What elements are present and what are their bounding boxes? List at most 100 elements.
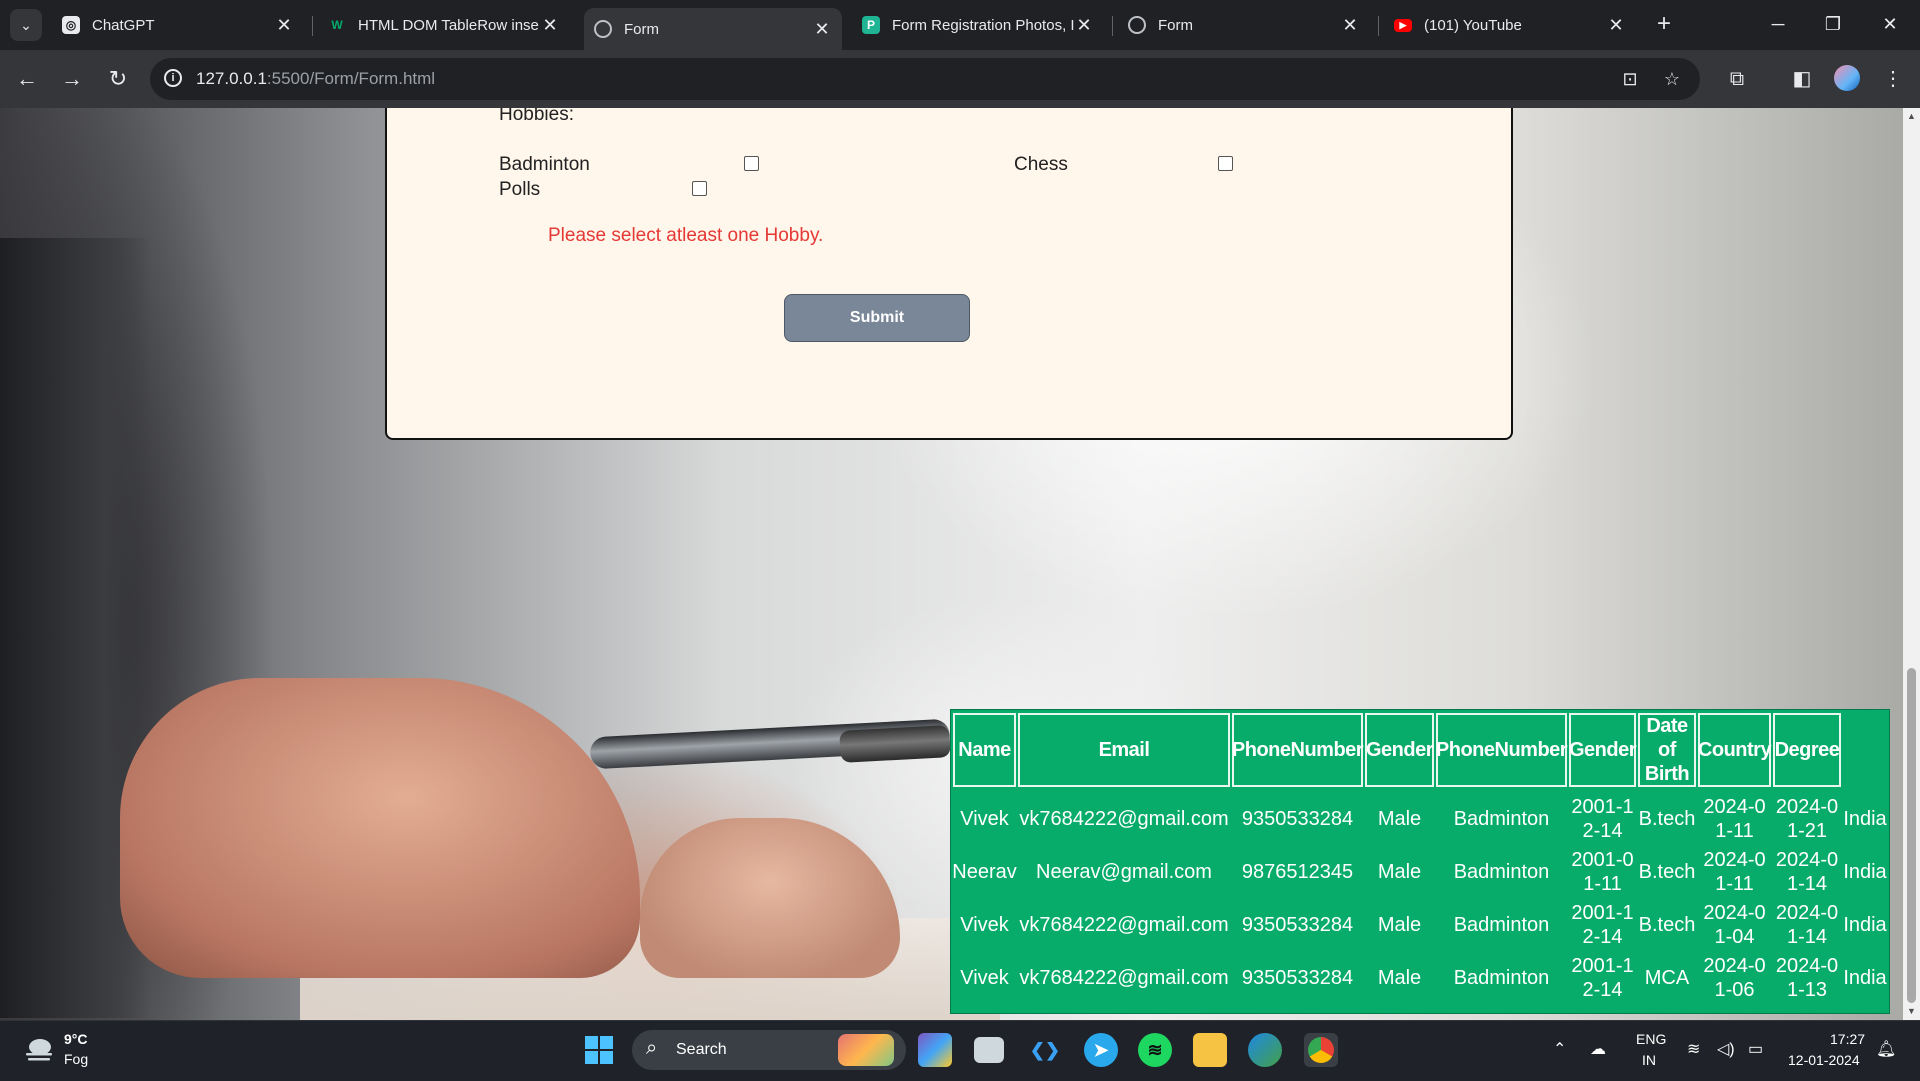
forward-button[interactable]: → <box>57 64 87 94</box>
minimize-button[interactable]: ─ <box>1758 10 1798 38</box>
site-info-icon[interactable]: i <box>164 69 182 87</box>
table-cell: vk7684222@gmail.com <box>1019 967 1229 989</box>
table-cell: Vivek <box>960 808 1009 830</box>
tab-html-dom[interactable]: W HTML DOM TableRow inse ✕ <box>318 8 570 42</box>
taskbar-search[interactable]: ⌕ Search <box>632 1030 906 1070</box>
registration-form: Hobbies: Badminton Chess Polls Please se… <box>385 108 1513 440</box>
table-cell: B.tech <box>1638 861 1696 883</box>
table-cell: 2024-01-14 <box>1775 849 1839 895</box>
tab-search-button[interactable]: ⌄ <box>10 9 42 41</box>
edge-icon[interactable] <box>1248 1033 1282 1067</box>
clock-time[interactable]: 17:27 <box>1830 1031 1865 1047</box>
tab-form-active[interactable]: Form ✕ <box>584 8 842 50</box>
table-header-phone: PhoneNumber <box>1436 713 1568 787</box>
search-highlight-icon <box>838 1034 894 1066</box>
region-code[interactable]: IN <box>1642 1052 1656 1068</box>
scroll-down-arrow-icon[interactable]: ▼ <box>1903 1003 1920 1020</box>
youtube-icon: ▶ <box>1394 18 1412 32</box>
hobby-polls-checkbox[interactable] <box>692 181 707 196</box>
clock-date[interactable]: 12-01-2024 <box>1788 1052 1860 1068</box>
close-icon[interactable]: ✕ <box>1074 15 1094 36</box>
vscode-icon[interactable]: ❮❯ <box>1028 1033 1062 1067</box>
table-cell: 9350533284 <box>1241 967 1354 989</box>
background-photo-hand <box>120 678 640 978</box>
onedrive-icon[interactable]: ☁ <box>1590 1039 1606 1059</box>
submit-button[interactable]: Submit <box>784 294 970 342</box>
notification-bell-icon[interactable]: 🔔︎ <box>1876 1039 1896 1059</box>
tab-title: Form <box>1158 16 1193 34</box>
file-explorer-icon[interactable] <box>1193 1033 1227 1067</box>
table-cell: Neerav <box>952 861 1017 883</box>
tab-form-registration[interactable]: P Form Registration Photos, I ✕ <box>852 8 1104 42</box>
file-app-icon[interactable] <box>974 1037 1004 1063</box>
close-icon[interactable]: ✕ <box>812 19 832 40</box>
table-cell: 2001-12-14 <box>1571 955 1634 1001</box>
new-tab-button[interactable]: + <box>1650 10 1678 38</box>
table-header-dob: Date of Birth <box>1638 713 1696 787</box>
window-close-button[interactable]: ✕ <box>1870 10 1910 38</box>
table-header-degree: Degree <box>1773 713 1841 787</box>
table-cell: Vivek <box>960 914 1009 936</box>
table-cell: Neerav@gmail.com <box>1036 861 1212 883</box>
back-button[interactable]: ← <box>12 64 42 94</box>
side-panel-icon[interactable]: ◧ <box>1787 64 1817 94</box>
volume-icon[interactable]: ◁) <box>1717 1039 1735 1059</box>
tab-title: Form Registration Photos, I <box>892 16 1074 34</box>
hobby-badminton-checkbox[interactable] <box>744 156 759 171</box>
hobby-chess-label: Chess <box>1014 154 1068 175</box>
chevron-down-icon: ⌄ <box>20 16 32 33</box>
weather-temp: 9°C <box>64 1031 88 1047</box>
fog-weather-icon[interactable] <box>22 1035 56 1065</box>
w3schools-icon: W <box>331 18 343 32</box>
copilot-icon[interactable] <box>918 1033 952 1067</box>
tray-overflow-icon[interactable]: ⌃ <box>1553 1039 1566 1059</box>
scroll-up-arrow-icon[interactable]: ▲ <box>1903 108 1920 125</box>
table-cell: 2024-01-11 <box>1703 796 1766 842</box>
hobbies-label: Hobbies: <box>499 108 574 125</box>
table-header-gender: Gender <box>1365 713 1434 787</box>
url-text: 127.0.0.1:5500/Form/Form.html <box>196 69 436 88</box>
background-photo-pen-cap <box>839 725 951 763</box>
table-cell: 9876512345 <box>1241 861 1354 883</box>
menu-icon[interactable]: ⋮ <box>1878 64 1908 94</box>
scrollbar-thumb[interactable] <box>1907 668 1916 1003</box>
close-icon[interactable]: ✕ <box>274 15 294 36</box>
chatgpt-icon: ◎ <box>62 16 80 34</box>
tab-title: HTML DOM TableRow inse <box>358 16 539 34</box>
tab-form[interactable]: Form ✕ <box>1118 8 1370 42</box>
table-cell: Male <box>1377 967 1422 989</box>
address-bar[interactable]: i 127.0.0.1:5500/Form/Form.html ⊡ ☆ <box>150 58 1700 100</box>
chrome-icon[interactable] <box>1304 1033 1338 1067</box>
search-label: Search <box>676 1041 727 1058</box>
profile-avatar[interactable] <box>1834 65 1860 91</box>
wifi-icon[interactable]: ≋ <box>1687 1039 1700 1059</box>
spotify-icon[interactable]: ≋ <box>1138 1033 1172 1067</box>
table-cell: 2024-01-21 <box>1775 796 1839 842</box>
close-icon[interactable]: ✕ <box>1606 15 1626 36</box>
extensions-icon[interactable]: ⧉ <box>1722 64 1752 94</box>
telegram-icon[interactable]: ➤ <box>1084 1033 1118 1067</box>
bookmark-star-icon[interactable]: ☆ <box>1660 67 1684 91</box>
table-cell: 2024-01-04 <box>1703 902 1766 948</box>
hobby-polls-label: Polls <box>499 179 541 200</box>
table-header-email: Email <box>1018 713 1230 787</box>
close-icon[interactable]: ✕ <box>1340 15 1360 36</box>
restore-button[interactable]: ❐ <box>1813 10 1853 38</box>
table-cell: India <box>1843 914 1887 936</box>
reload-button[interactable]: ↻ <box>103 64 133 94</box>
start-windows-icon[interactable] <box>582 1033 616 1067</box>
freepik-icon: P <box>862 16 880 34</box>
tab-chatgpt[interactable]: ◎ ChatGPT ✕ <box>52 8 304 42</box>
table-cell: India <box>1843 861 1887 883</box>
table-header-phone: PhoneNumber <box>1232 713 1364 787</box>
tab-title: Form <box>624 20 659 38</box>
language-code[interactable]: ENG <box>1636 1031 1666 1047</box>
close-icon[interactable]: ✕ <box>540 15 560 36</box>
tab-youtube[interactable]: ▶ (101) YouTube ✕ <box>1384 8 1636 42</box>
battery-icon[interactable]: ▭ <box>1748 1039 1763 1059</box>
hobby-chess-checkbox[interactable] <box>1218 156 1233 171</box>
background-photo-hand <box>640 818 900 978</box>
table-cell: India <box>1843 808 1887 830</box>
page-scrollbar[interactable]: ▲ ▼ <box>1903 108 1920 1020</box>
translate-icon[interactable]: ⊡ <box>1618 67 1642 91</box>
